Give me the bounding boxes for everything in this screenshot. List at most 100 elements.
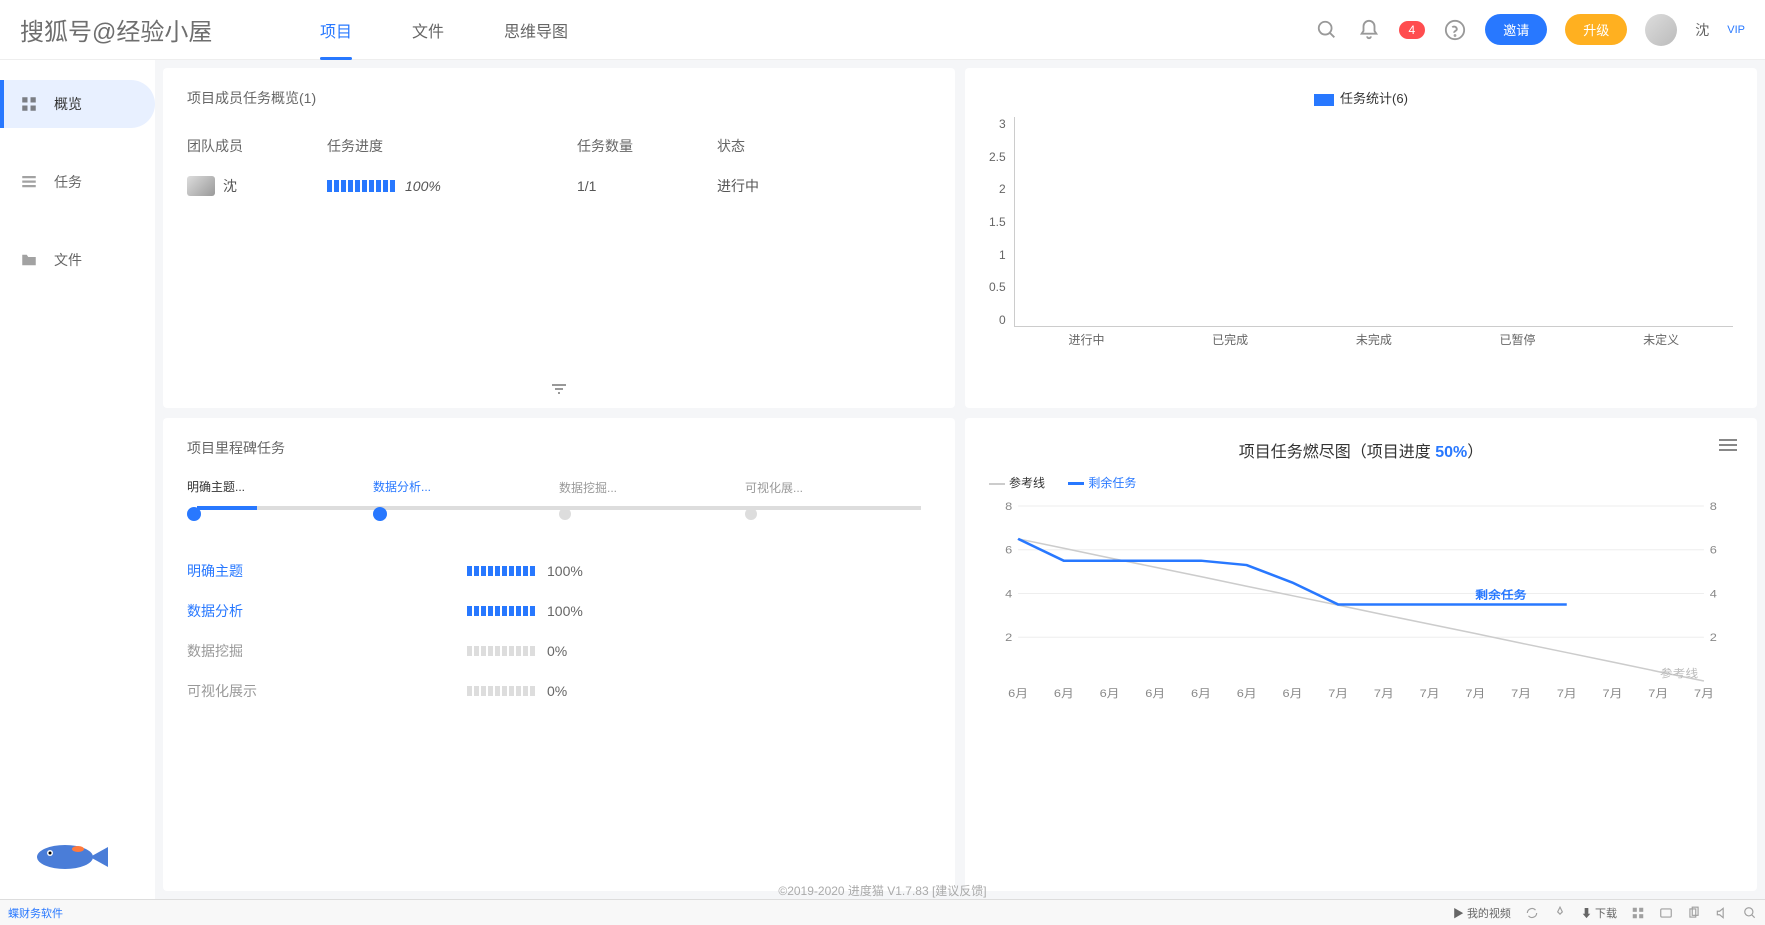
bar-chart: 32.521.510.50 进行中已完成未完成已暂停未定义 — [989, 117, 1733, 347]
progress-bars — [327, 180, 395, 192]
tb-grid-icon[interactable] — [1631, 906, 1645, 920]
svg-text:7月: 7月 — [1465, 687, 1485, 700]
svg-text:6: 6 — [1710, 544, 1718, 557]
vip-tag: VIP — [1727, 24, 1745, 36]
tb-zoom-icon[interactable] — [1743, 906, 1757, 920]
watermark: 搜狐号@经验小屋 — [20, 12, 212, 47]
footer: ©2019-2020 进度猫 V1.7.83 [建议反馈] — [0, 882, 1765, 899]
nav-tabs: 项目 文件 思维导图 — [320, 0, 568, 60]
sidebar-item-files[interactable]: 文件 — [0, 236, 155, 284]
user-name: 沈 — [1695, 20, 1709, 40]
task-count: 1/1 — [577, 178, 717, 194]
burndown-legend: 参考线 剩余任务 — [989, 474, 1733, 491]
legend-swatch — [1314, 94, 1334, 106]
tb-rocket-icon[interactable] — [1553, 906, 1567, 920]
svg-text:2: 2 — [1710, 631, 1718, 644]
step[interactable]: 可视化展... — [745, 479, 931, 520]
list-icon — [20, 173, 38, 191]
chart-menu-icon[interactable] — [1719, 438, 1737, 455]
svg-text:7月: 7月 — [1648, 687, 1668, 700]
svg-text:4: 4 — [1710, 587, 1718, 600]
notification-badge[interactable]: 4 — [1399, 21, 1426, 39]
svg-text:6月: 6月 — [1054, 687, 1074, 700]
th-progress: 任务进度 — [327, 136, 577, 156]
svg-text:7月: 7月 — [1511, 687, 1531, 700]
tb-video[interactable]: ▶ 我的视频 — [1453, 905, 1511, 921]
svg-text:6月: 6月 — [1191, 687, 1211, 700]
svg-text:6月: 6月 — [1237, 687, 1257, 700]
sidebar-item-overview[interactable]: 概览 — [0, 80, 155, 128]
tab-project[interactable]: 项目 — [320, 0, 352, 60]
step[interactable]: 数据分析... — [373, 478, 559, 521]
svg-text:8: 8 — [1710, 501, 1718, 513]
fish-mascot — [30, 835, 110, 875]
svg-text:7月: 7月 — [1694, 687, 1714, 700]
tb-sound-icon[interactable] — [1715, 906, 1729, 920]
svg-text:参考线: 参考线 — [1660, 667, 1698, 680]
th-count: 任务数量 — [577, 136, 717, 156]
svg-text:6: 6 — [1005, 544, 1013, 557]
y-axis: 32.521.510.50 — [989, 117, 1014, 347]
th-status: 状态 — [717, 136, 837, 156]
header-right: 4 邀请 升级 沈 VIP — [1315, 14, 1745, 46]
svg-text:7月: 7月 — [1420, 687, 1440, 700]
tb-copy-icon[interactable] — [1687, 906, 1701, 920]
svg-text:6月: 6月 — [1282, 687, 1302, 700]
search-icon[interactable] — [1315, 18, 1339, 42]
main-content: 项目成员任务概览(1) 团队成员 任务进度 任务数量 状态 沈 100% 1/1… — [155, 60, 1765, 899]
members-card: 项目成员任务概览(1) 团队成员 任务进度 任务数量 状态 沈 100% 1/1… — [163, 68, 955, 408]
taskbar-app[interactable]: 蝶财务软件 — [8, 905, 63, 921]
milestone-card: 项目里程碑任务 明确主题... 数据分析... 数据挖掘... 可视化展... … — [163, 418, 955, 891]
table-row[interactable]: 沈 100% 1/1 进行中 — [187, 164, 931, 208]
step[interactable]: 明确主题... — [187, 478, 373, 521]
stats-chart-card: 任务统计(6) 32.521.510.50 进行中已完成未完成已暂停未定义 — [965, 68, 1757, 408]
member-avatar — [187, 176, 215, 196]
svg-text:剩余任务: 剩余任务 — [1475, 588, 1526, 601]
member-name: 沈 — [223, 176, 237, 196]
taskbar: 蝶财务软件 ▶ 我的视频 ⬇ 下载 — [0, 899, 1765, 925]
svg-text:6月: 6月 — [1100, 687, 1120, 700]
milestone-list: 明确主题100%数据分析100%数据挖掘0%可视化展示0% — [187, 551, 931, 711]
sidebar-item-tasks[interactable]: 任务 — [0, 158, 155, 206]
tb-msg-icon[interactable] — [1659, 906, 1673, 920]
invite-button[interactable]: 邀请 — [1485, 14, 1547, 45]
bars-area: 进行中已完成未完成已暂停未定义 — [1014, 117, 1733, 327]
sidebar-item-label: 文件 — [54, 250, 82, 270]
milestone-steps: 明确主题... 数据分析... 数据挖掘... 可视化展... — [187, 478, 931, 521]
svg-text:7月: 7月 — [1557, 687, 1577, 700]
avatar[interactable] — [1645, 14, 1677, 46]
svg-text:8: 8 — [1005, 501, 1013, 513]
feedback-link[interactable]: [建议反馈] — [932, 884, 987, 898]
bell-icon[interactable] — [1357, 18, 1381, 42]
svg-text:2: 2 — [1005, 631, 1013, 644]
burndown-card: 项目任务燃尽图（项目进度 50%） 参考线 剩余任务 224466886月6月6… — [965, 418, 1757, 891]
svg-text:7月: 7月 — [1374, 687, 1394, 700]
svg-text:6月: 6月 — [1008, 687, 1028, 700]
sidebar-item-label: 任务 — [54, 172, 82, 192]
step[interactable]: 数据挖掘... — [559, 479, 745, 520]
filter-icon[interactable] — [551, 382, 567, 398]
help-icon[interactable] — [1443, 18, 1467, 42]
header: 搜狐号@经验小屋 项目 文件 思维导图 4 邀请 升级 沈 VIP — [0, 0, 1765, 60]
svg-text:7月: 7月 — [1603, 687, 1623, 700]
burndown-chart: 2 2 4 4 6 6 8 8 6月 6月 6月 6月 6月 6月 6月 7月 7月 7月 7月 7月 7月 7月 7月 7月… — [989, 501, 1733, 701]
svg-text:6月: 6月 — [1145, 687, 1165, 700]
upgrade-button[interactable]: 升级 — [1565, 14, 1627, 45]
table-header: 团队成员 任务进度 任务数量 状态 — [187, 128, 931, 164]
tb-refresh-icon[interactable] — [1525, 906, 1539, 920]
chart-legend: 任务统计(6) — [989, 88, 1733, 107]
sidebar-item-label: 概览 — [54, 94, 82, 114]
tb-download[interactable]: ⬇ 下载 — [1581, 905, 1617, 921]
th-member: 团队成员 — [187, 136, 327, 156]
grid-icon — [20, 95, 38, 113]
sidebar: 概览 任务 文件 — [0, 60, 155, 899]
folder-icon — [20, 251, 38, 269]
card-title: 项目成员任务概览(1) — [187, 88, 931, 108]
tab-mindmap[interactable]: 思维导图 — [504, 0, 568, 60]
task-status: 进行中 — [717, 176, 837, 196]
tab-files[interactable]: 文件 — [412, 0, 444, 60]
legend-label: 任务统计(6) — [1340, 91, 1408, 106]
svg-text:7月: 7月 — [1328, 687, 1348, 700]
progress-pct: 100% — [405, 178, 441, 194]
svg-text:4: 4 — [1005, 587, 1013, 600]
